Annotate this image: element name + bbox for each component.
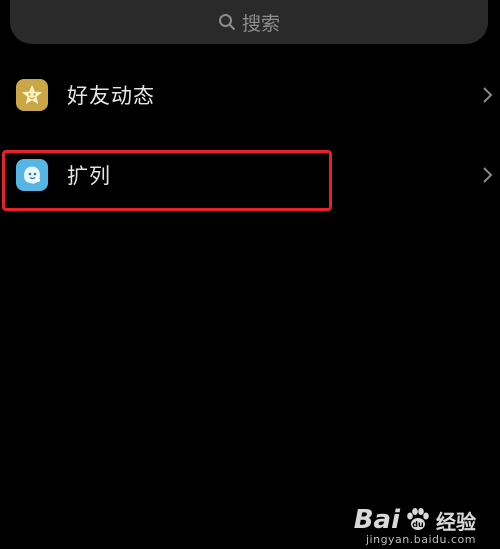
search-label: 搜索	[241, 12, 280, 35]
chevron-right-icon	[483, 87, 493, 103]
list-item-friend-feed[interactable]: 好友动态	[0, 70, 500, 120]
list-item-label: 好友动态	[67, 84, 155, 108]
search-bar[interactable]: 搜索	[10, 0, 488, 44]
screen: 搜索 好友动态 扩列 Bai du 经验 jingyan.baidu.com	[0, 0, 500, 549]
chevron-right-icon	[483, 167, 493, 183]
watermark-url: jingyan.baidu.com	[365, 533, 476, 546]
svg-text:du: du	[412, 520, 424, 529]
highlight-annotation-box	[2, 150, 332, 211]
paw-icon: du	[407, 508, 429, 530]
watermark-brand: Bai	[353, 505, 400, 535]
search-icon	[218, 14, 235, 30]
star-face-icon	[16, 79, 48, 111]
watermark-cn: 经验	[436, 509, 476, 534]
baidu-jingyan-watermark: Bai du 经验 jingyan.baidu.com	[353, 505, 476, 546]
